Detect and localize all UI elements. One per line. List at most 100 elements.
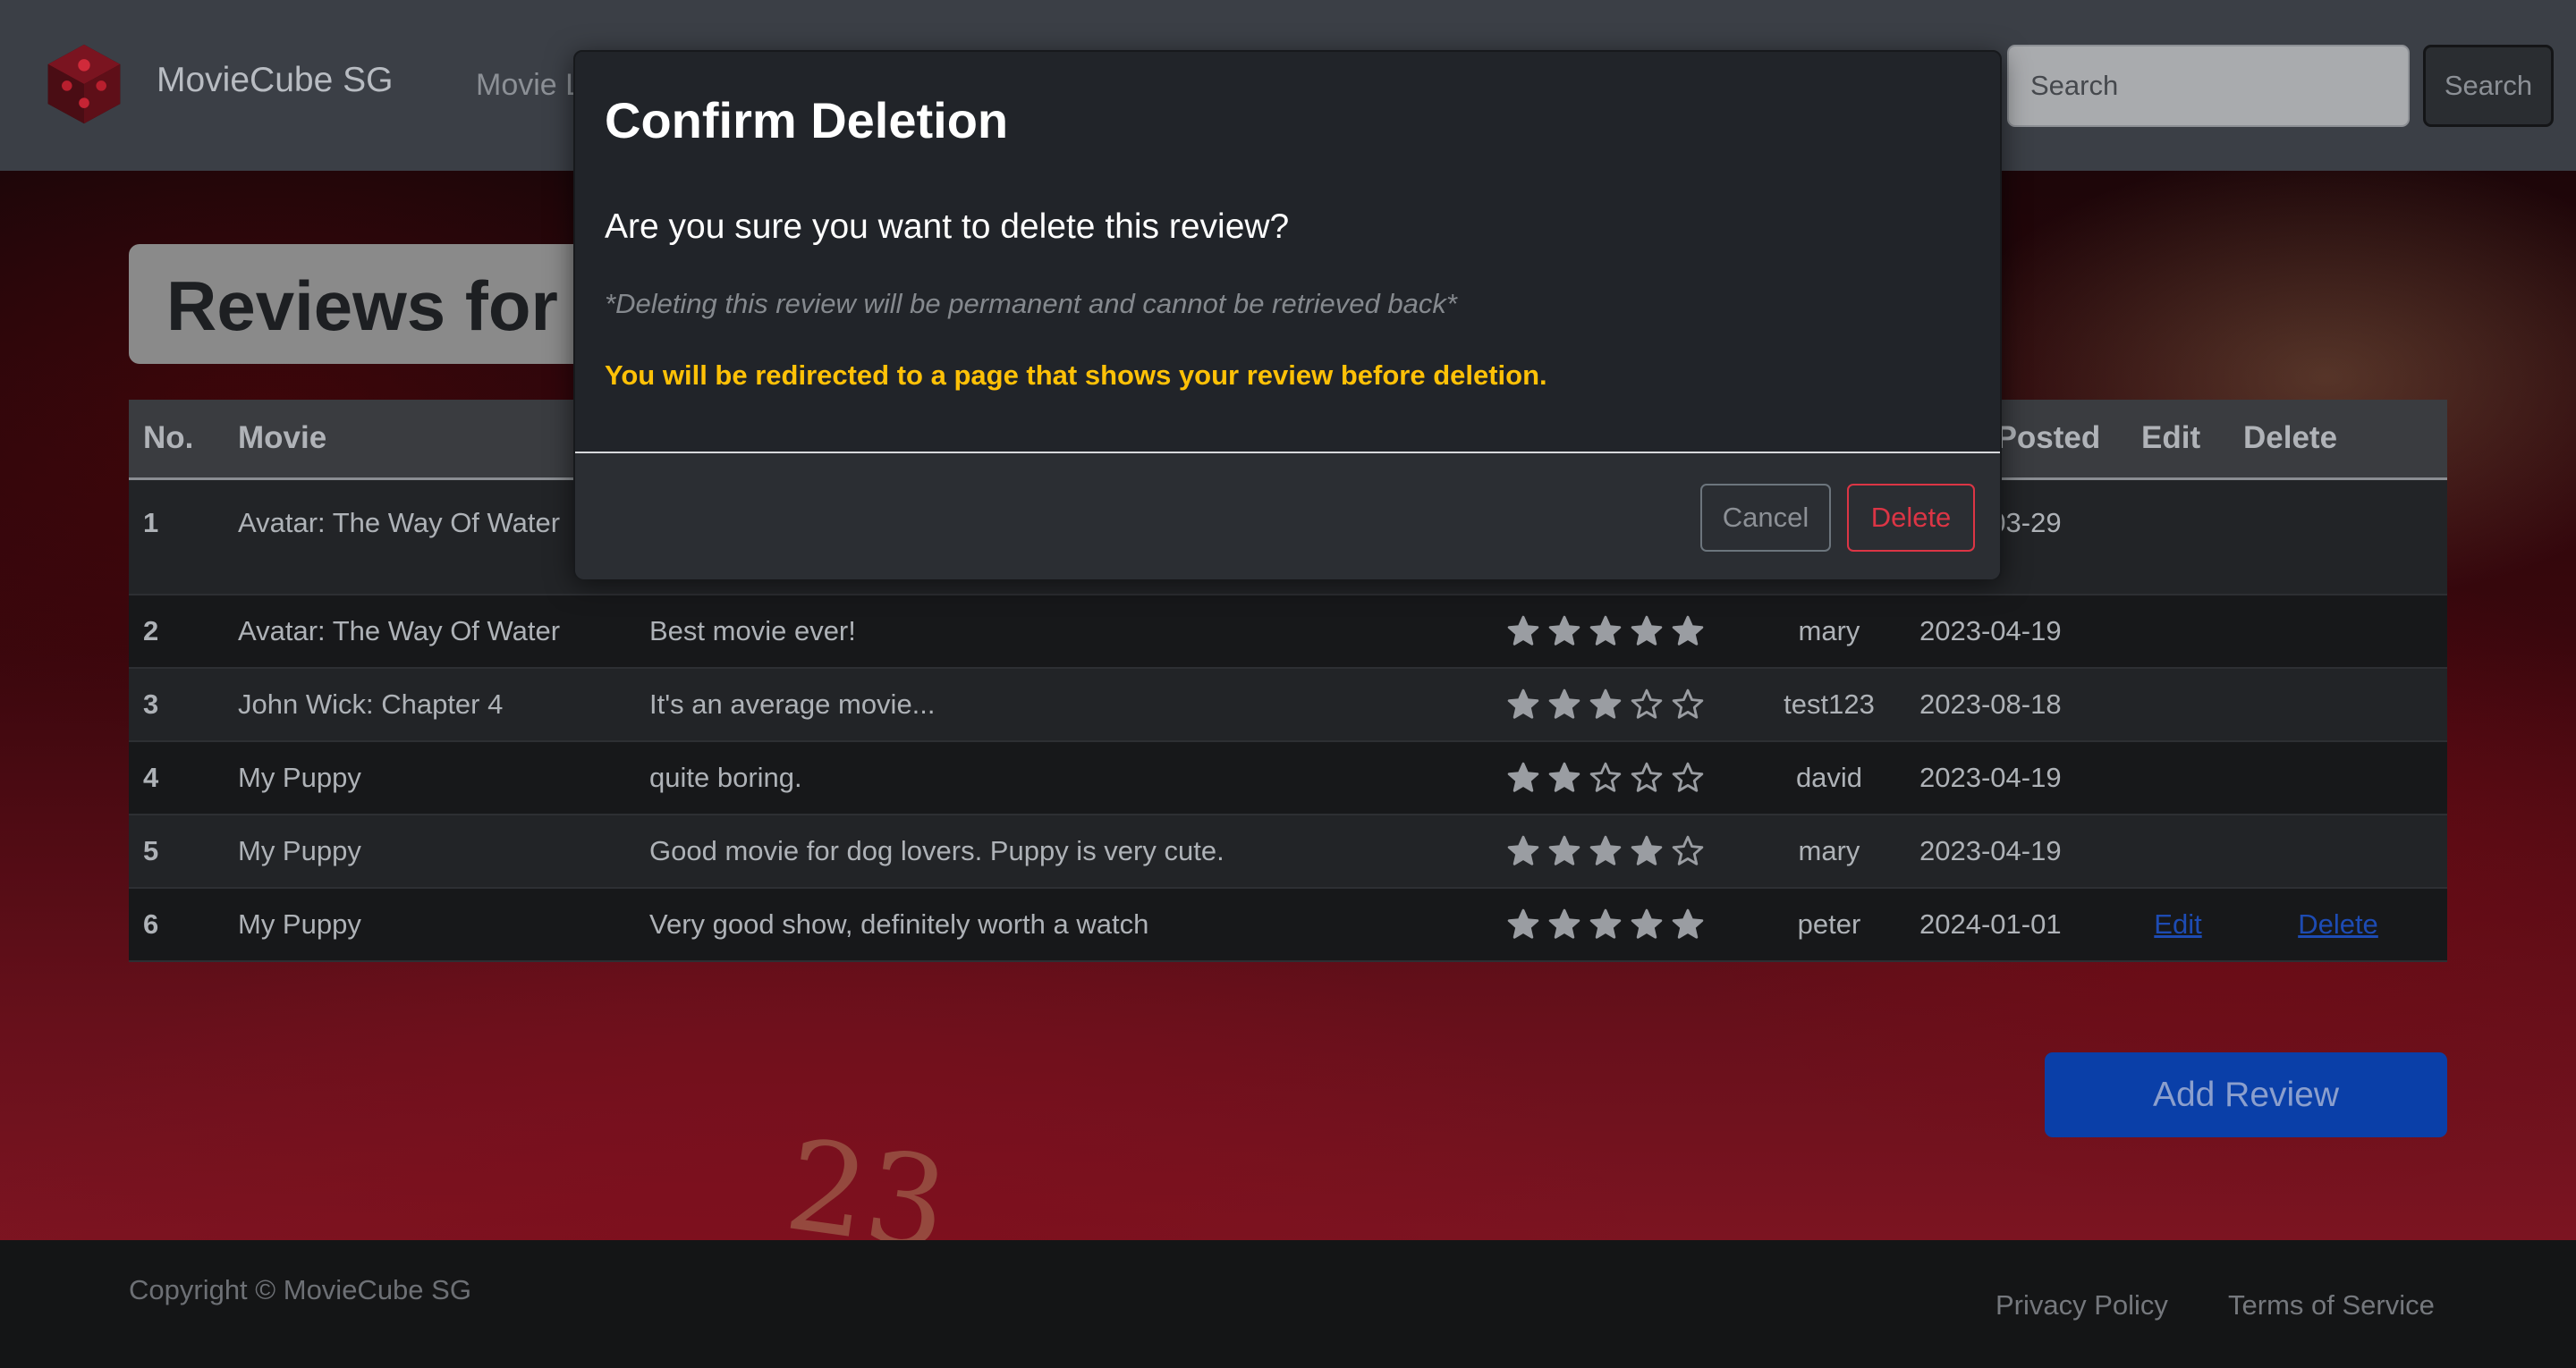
- star-filled-icon: [1507, 909, 1539, 940]
- star-filled-icon: [1589, 689, 1622, 720]
- search-button[interactable]: Search: [2423, 45, 2554, 127]
- star-filled-icon: [1507, 836, 1539, 866]
- star-outline-icon: [1631, 763, 1663, 793]
- cell-rating: [1492, 668, 1753, 741]
- star-filled-icon: [1631, 836, 1663, 866]
- cell-edit: [2127, 478, 2229, 595]
- star-filled-icon: [1672, 616, 1704, 646]
- moviecube-logo-icon[interactable]: [41, 39, 127, 129]
- cell-movie: My Puppy: [238, 908, 361, 940]
- footer: Copyright © MovieCube SG Privacy Policy …: [0, 1240, 2576, 1368]
- star-filled-icon: [1548, 763, 1580, 793]
- star-filled-icon: [1548, 616, 1580, 646]
- cell-edit: [2127, 815, 2229, 888]
- cell-date-posted: 2024-01-01: [1919, 908, 2062, 940]
- cell-rating: [1492, 595, 1753, 668]
- star-filled-icon: [1672, 909, 1704, 940]
- cell-review: Very good show, definitely worth a watch: [649, 908, 1149, 940]
- add-review-button[interactable]: Add Review: [2045, 1052, 2447, 1137]
- star-filled-icon: [1507, 689, 1539, 720]
- star-outline-icon: [1631, 689, 1663, 720]
- cell-date-posted: 2023-04-19: [1919, 762, 2062, 793]
- modal-footer: Cancel Delete: [575, 453, 2000, 579]
- cell-edit: [2127, 595, 2229, 668]
- cell-review: It's an average movie...: [649, 688, 936, 720]
- cell-edit: Edit: [2127, 888, 2229, 961]
- star-filled-icon: [1548, 909, 1580, 940]
- table-row: 6 My Puppy Very good show, definitely wort…: [129, 888, 2447, 961]
- star-rating: [1506, 908, 1705, 942]
- modal-redirect-warning: You will be redirected to a page that sh…: [605, 359, 1547, 391]
- cell-username: david: [1795, 762, 1863, 793]
- cell-no: 3: [143, 688, 159, 720]
- star-filled-icon: [1589, 836, 1622, 866]
- cell-no: 5: [143, 835, 159, 866]
- confirm-deletion-modal: Confirm Deletion Are you sure you want t…: [573, 50, 2002, 579]
- cell-review: quite boring.: [649, 762, 802, 793]
- cell-date-posted: 2023-04-19: [1919, 835, 2062, 866]
- cell-rating: [1492, 815, 1753, 888]
- star-outline-icon: [1672, 836, 1704, 866]
- cell-movie: John Wick: Chapter 4: [238, 688, 504, 720]
- star-filled-icon: [1507, 763, 1539, 793]
- cell-delete: [2229, 478, 2447, 595]
- cell-delete: [2229, 741, 2447, 815]
- terms-of-service-link[interactable]: Terms of Service: [2228, 1289, 2435, 1322]
- modal-permanent-note: *Deleting this review will be permanent …: [605, 288, 1457, 319]
- star-filled-icon: [1548, 689, 1580, 720]
- star-outline-icon: [1672, 763, 1704, 793]
- star-outline-icon: [1589, 763, 1622, 793]
- cell-movie: My Puppy: [238, 835, 361, 866]
- delete-review-link[interactable]: Delete: [2298, 908, 2378, 940]
- cell-movie: My Puppy: [238, 762, 361, 793]
- cell-delete: [2229, 595, 2447, 668]
- star-filled-icon: [1631, 909, 1663, 940]
- star-rating: [1506, 614, 1705, 648]
- star-filled-icon: [1631, 616, 1663, 646]
- privacy-policy-link[interactable]: Privacy Policy: [1996, 1289, 2168, 1322]
- cell-delete: [2229, 668, 2447, 741]
- star-outline-icon: [1672, 689, 1704, 720]
- table-row: 2 Avatar: The Way Of Water Best movie ever…: [129, 595, 2447, 668]
- cell-username: peter: [1797, 908, 1861, 940]
- star-rating: [1506, 688, 1705, 722]
- header-no: No.: [129, 400, 224, 480]
- cell-review: Good movie for dog lovers. Puppy is very…: [649, 835, 1224, 866]
- cell-edit: [2127, 668, 2229, 741]
- cell-review: Best movie ever!: [649, 615, 856, 646]
- cell-username: test123: [1784, 688, 1875, 720]
- cell-no: 6: [143, 908, 159, 940]
- confirm-delete-button[interactable]: Delete: [1847, 484, 1975, 552]
- table-row: 5 My Puppy Good movie for dog lovers. Pupp…: [129, 815, 2447, 888]
- cell-edit: [2127, 741, 2229, 815]
- cell-rating: [1492, 741, 1753, 815]
- modal-question: Are you sure you want to delete this rev…: [605, 207, 1290, 246]
- star-filled-icon: [1589, 616, 1622, 646]
- edit-review-link[interactable]: Edit: [2154, 908, 2201, 940]
- star-filled-icon: [1589, 909, 1622, 940]
- cell-no: 1: [143, 506, 159, 538]
- cell-no: 2: [143, 615, 159, 646]
- cancel-button[interactable]: Cancel: [1700, 484, 1831, 552]
- cell-rating: [1492, 888, 1753, 961]
- star-filled-icon: [1548, 836, 1580, 866]
- header-edit: Edit: [2127, 400, 2229, 480]
- cell-date-posted: 2023-04-19: [1919, 615, 2062, 646]
- modal-title: Confirm Deletion: [605, 92, 1009, 148]
- star-rating: [1506, 761, 1705, 795]
- nav-link-movie-list[interactable]: Movie L: [476, 68, 582, 103]
- search-input[interactable]: [2007, 45, 2410, 127]
- star-filled-icon: [1507, 616, 1539, 646]
- copyright-text: Copyright © MovieCube SG: [129, 1274, 471, 1305]
- table-row: 4 My Puppy quite boring. david 2023-04-19: [129, 741, 2447, 815]
- brand-name[interactable]: MovieCube SG: [157, 61, 393, 100]
- cell-movie: Avatar: The Way Of Water: [238, 615, 561, 646]
- header-delete: Delete: [2229, 400, 2447, 480]
- star-rating: [1506, 834, 1705, 868]
- cell-no: 4: [143, 762, 159, 793]
- table-row: 3 John Wick: Chapter 4 It's an average mov…: [129, 668, 2447, 741]
- cell-delete: [2229, 815, 2447, 888]
- cell-delete: Delete: [2229, 888, 2447, 961]
- cell-username: mary: [1798, 835, 1860, 866]
- cell-username: mary: [1798, 615, 1860, 646]
